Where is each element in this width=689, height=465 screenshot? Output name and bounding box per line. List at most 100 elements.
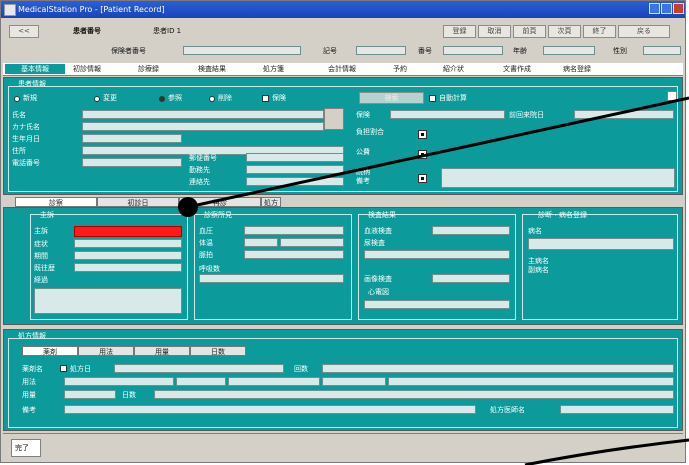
toolbar-button-1[interactable]: 登録 xyxy=(443,25,476,38)
subtab-prescription[interactable]: 処方 xyxy=(261,197,281,207)
disease-field[interactable] xyxy=(528,238,674,250)
count-field[interactable] xyxy=(322,364,674,373)
usage-code-field[interactable] xyxy=(176,377,226,386)
name-label: 氏名 xyxy=(12,111,26,119)
temperature-label: 体温 xyxy=(199,239,213,247)
postal-code-field[interactable] xyxy=(246,153,344,162)
chief-complaint-field[interactable] xyxy=(74,226,182,237)
remarks-long-field[interactable] xyxy=(388,377,674,386)
tab-disease-registration[interactable]: 病名登録 xyxy=(563,64,591,74)
pulse-field[interactable] xyxy=(244,250,344,259)
tab-referral[interactable]: 紹介状 xyxy=(443,64,464,74)
temperature-field[interactable] xyxy=(244,238,278,247)
respiration-label: 呼吸数 xyxy=(199,265,220,273)
toolbar-button-5[interactable]: 終了 xyxy=(583,25,616,38)
search-button[interactable]: 検索 xyxy=(359,92,424,104)
insurer-number-field[interactable] xyxy=(183,46,301,55)
toolbar-button-2[interactable]: 取消 xyxy=(478,25,511,38)
radio-edit[interactable] xyxy=(94,96,100,102)
sex-field[interactable] xyxy=(643,46,681,55)
burden-ratio-button[interactable] xyxy=(418,130,427,139)
phone-field[interactable] xyxy=(82,158,182,167)
duration-field[interactable] xyxy=(74,251,182,260)
auto-calc-checkbox[interactable] xyxy=(429,95,436,102)
urine-test-field[interactable] xyxy=(364,250,510,259)
close-button[interactable] xyxy=(673,3,684,14)
imaging-field[interactable] xyxy=(432,274,510,283)
drug-name-field[interactable] xyxy=(114,364,284,373)
respiration-field[interactable] xyxy=(199,274,344,283)
birthdate-field[interactable] xyxy=(82,134,182,143)
temperature-unit-field[interactable] xyxy=(280,238,344,247)
name-scroll-button[interactable] xyxy=(324,108,344,130)
subtab-first-visit-date[interactable]: 初診日 xyxy=(97,197,179,207)
toolbar-button-4[interactable]: 次頁 xyxy=(548,25,581,38)
tab-first-visit[interactable]: 初診情報 xyxy=(73,64,101,74)
subtab-revisit[interactable]: 再診 xyxy=(179,197,261,207)
usage-detail-field[interactable] xyxy=(228,377,320,386)
history-field[interactable] xyxy=(74,263,182,272)
workplace-field[interactable] xyxy=(246,165,344,174)
exit-button[interactable]: 戻る xyxy=(618,25,670,38)
tab-prescription[interactable]: 処方箋 xyxy=(263,64,284,74)
rx-remarks-field[interactable] xyxy=(64,405,476,414)
ecg-field[interactable] xyxy=(364,300,510,309)
number-field[interactable] xyxy=(443,46,503,55)
remarks-inline-field[interactable] xyxy=(322,377,386,386)
tab-basic-info[interactable]: 基本情報 xyxy=(5,64,65,74)
progress-field[interactable] xyxy=(34,288,182,314)
radio-new[interactable] xyxy=(14,96,20,102)
radio-view[interactable] xyxy=(159,96,165,102)
tab-billing[interactable]: 会計情報 xyxy=(328,64,356,74)
back-button[interactable]: << xyxy=(9,25,39,38)
drug-name-checkbox[interactable] xyxy=(60,365,67,372)
auto-calc-label: 自動計算 xyxy=(439,94,467,102)
tab-test-results[interactable]: 検査結果 xyxy=(198,64,226,74)
blood-test-field[interactable] xyxy=(432,226,510,235)
symptom-field[interactable] xyxy=(74,239,182,248)
rx-tab-drug[interactable]: 薬剤 xyxy=(22,346,78,356)
subtab-exam[interactable]: 診察 xyxy=(15,197,97,207)
tab-medical-record[interactable]: 診療録 xyxy=(138,64,159,74)
radio-delete-label: 削除 xyxy=(218,94,232,102)
radio-delete[interactable] xyxy=(209,96,215,102)
blood-pressure-label: 血圧 xyxy=(199,227,213,235)
days-field[interactable] xyxy=(154,390,674,399)
main-tab-bar: 基本情報 初診情報 診療録 検査結果 処方箋 会計情報 予約 紹介状 文書作成 … xyxy=(3,63,683,76)
panel-dropdown-button[interactable] xyxy=(667,91,677,101)
rx-tab-dose[interactable]: 用量 xyxy=(134,346,190,356)
age-field[interactable] xyxy=(543,46,595,55)
symptom-label: 症状 xyxy=(34,240,48,248)
toolbar-button-3[interactable]: 前頁 xyxy=(513,25,546,38)
last-visit-field[interactable] xyxy=(574,110,674,119)
symbol-field[interactable] xyxy=(356,46,406,55)
insurance-checkbox[interactable] xyxy=(262,95,269,102)
kana-name-field[interactable] xyxy=(82,122,324,131)
application-window: MedicalStation Pro - [Patient Record] <<… xyxy=(0,0,686,463)
maximize-button[interactable] xyxy=(661,3,672,14)
name-field[interactable] xyxy=(82,110,324,119)
insurance-field[interactable] xyxy=(390,110,505,119)
contact-field[interactable] xyxy=(246,177,344,186)
minimize-button[interactable] xyxy=(649,3,660,14)
info-row: 保険者番号 記号 番号 年齢 性別 xyxy=(3,43,683,61)
progress-label: 経過 xyxy=(34,276,48,284)
birthdate-label: 生年月日 xyxy=(12,135,40,143)
drug-name-label: 薬剤名 xyxy=(22,365,43,373)
rx-tab-days[interactable]: 日数 xyxy=(190,346,246,356)
prescribing-doctor-field[interactable] xyxy=(560,405,674,414)
last-visit-label: 前回来院日 xyxy=(509,111,544,119)
dose-field[interactable] xyxy=(64,390,116,399)
tab-appointment[interactable]: 予約 xyxy=(393,64,407,74)
rx-tab-usage[interactable]: 用法 xyxy=(78,346,134,356)
usage-field[interactable] xyxy=(64,377,174,386)
blood-pressure-field[interactable] xyxy=(244,226,344,235)
public-expense-button[interactable] xyxy=(418,150,427,159)
number-label: 番号 xyxy=(418,47,432,55)
tab-documents[interactable]: 文書作成 xyxy=(503,64,531,74)
remarks-button[interactable] xyxy=(418,174,427,183)
chief-complaint-label: 主訴 xyxy=(34,227,48,235)
insurance-checkbox-label: 保険 xyxy=(272,94,286,102)
blood-test-label: 血液検査 xyxy=(364,227,392,235)
remarks-field[interactable] xyxy=(441,168,675,188)
